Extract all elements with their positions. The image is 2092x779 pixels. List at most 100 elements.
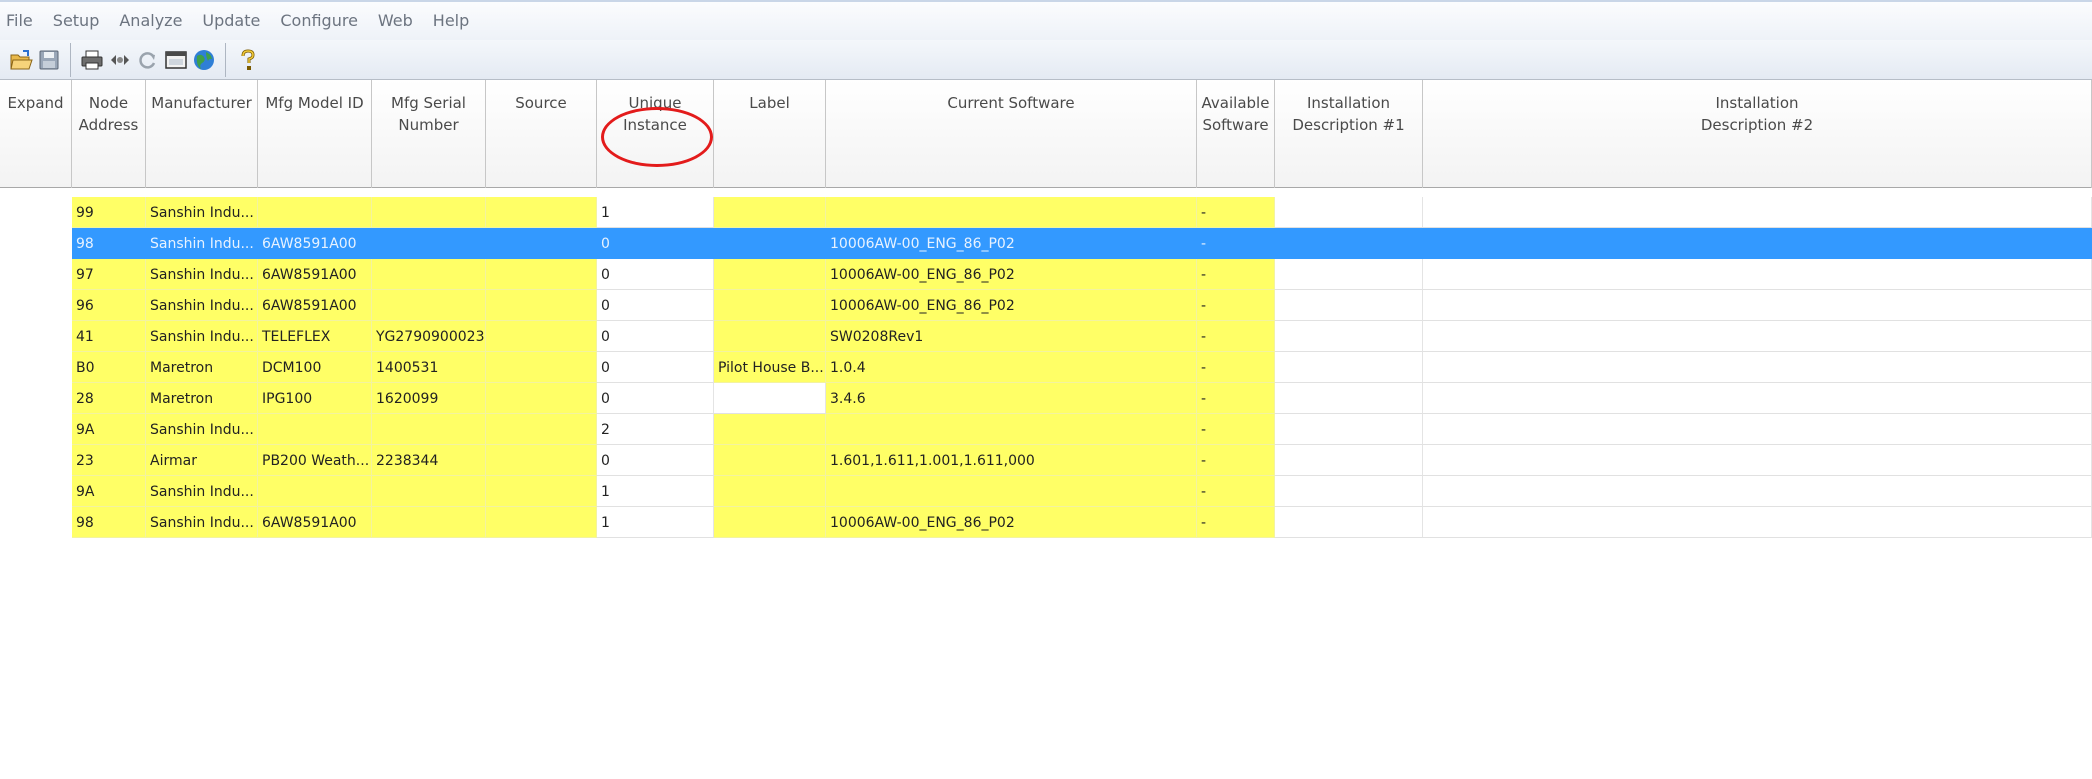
cell-serial[interactable] xyxy=(372,507,486,538)
table-row[interactable]: 98 Sanshin Indu... 6AW8591A00 1 10006AW-00_E… xyxy=(0,507,2092,538)
column-header-expand[interactable]: Expand xyxy=(0,80,72,188)
table-row[interactable]: 41 Sanshin Indu... TELEFLEX YG2790900023 0 SW… xyxy=(0,321,2092,352)
column-header-label[interactable]: Label xyxy=(714,80,826,188)
cell-avail-sw[interactable]: - xyxy=(1197,476,1275,507)
cell-node[interactable]: 99 xyxy=(72,197,146,228)
cell-model[interactable]: 6AW8591A00 xyxy=(258,259,372,290)
cell-instance[interactable]: 0 xyxy=(597,259,714,290)
column-header-source[interactable]: Source xyxy=(486,80,597,188)
cell-mfr[interactable]: Sanshin Indu... xyxy=(146,290,258,321)
cell-inst1[interactable] xyxy=(1275,228,1423,259)
cell-instance[interactable]: 0 xyxy=(597,321,714,352)
cell-source[interactable] xyxy=(486,383,597,414)
connect-icon[interactable] xyxy=(107,47,133,73)
cell-current-sw[interactable]: 10006AW-00_ENG_86_P02 xyxy=(826,290,1197,321)
cell-node[interactable]: 41 xyxy=(72,321,146,352)
cell-current-sw[interactable]: 3.4.6 xyxy=(826,383,1197,414)
cell-model[interactable]: 6AW8591A00 xyxy=(258,507,372,538)
open-folder-icon[interactable] xyxy=(8,47,34,73)
cell-node[interactable]: 98 xyxy=(72,507,146,538)
menu-configure[interactable]: Configure xyxy=(270,9,368,33)
cell-inst2[interactable] xyxy=(1423,445,2092,476)
column-header-avail-sw[interactable]: Available Software xyxy=(1197,80,1275,188)
cell-mfr[interactable]: Airmar xyxy=(146,445,258,476)
cell-source[interactable] xyxy=(486,352,597,383)
print-icon[interactable] xyxy=(79,47,105,73)
cell-source[interactable] xyxy=(486,228,597,259)
cell-avail-sw[interactable]: - xyxy=(1197,259,1275,290)
cell-avail-sw[interactable]: - xyxy=(1197,352,1275,383)
cell-avail-sw[interactable]: - xyxy=(1197,197,1275,228)
cell-model[interactable]: PB200 Weath... xyxy=(258,445,372,476)
cell-inst2[interactable] xyxy=(1423,414,2092,445)
cell-node[interactable]: 96 xyxy=(72,290,146,321)
column-header-mfr[interactable]: Manufacturer xyxy=(146,80,258,188)
cell-current-sw[interactable] xyxy=(826,197,1197,228)
menu-update[interactable]: Update xyxy=(192,9,270,33)
cell-avail-sw[interactable]: - xyxy=(1197,507,1275,538)
cell-current-sw[interactable]: 10006AW-00_ENG_86_P02 xyxy=(826,228,1197,259)
cell-inst2[interactable] xyxy=(1423,383,2092,414)
menu-file[interactable]: File xyxy=(0,9,43,33)
cell-model[interactable]: 6AW8591A00 xyxy=(258,228,372,259)
cell-label[interactable] xyxy=(714,476,826,507)
cell-model[interactable] xyxy=(258,197,372,228)
cell-current-sw[interactable]: 10006AW-00_ENG_86_P02 xyxy=(826,507,1197,538)
cell-avail-sw[interactable]: - xyxy=(1197,228,1275,259)
cell-serial[interactable]: YG2790900023 xyxy=(372,321,486,352)
cell-serial[interactable] xyxy=(372,414,486,445)
cell-mfr[interactable]: Maretron xyxy=(146,352,258,383)
cell-inst1[interactable] xyxy=(1275,414,1423,445)
window-icon[interactable] xyxy=(163,47,189,73)
cell-instance[interactable]: 0 xyxy=(597,228,714,259)
cell-inst2[interactable] xyxy=(1423,290,2092,321)
cell-node[interactable]: 97 xyxy=(72,259,146,290)
globe-icon[interactable] xyxy=(191,47,217,73)
cell-source[interactable] xyxy=(486,197,597,228)
column-header-node[interactable]: Node Address xyxy=(72,80,146,188)
cell-instance[interactable]: 0 xyxy=(597,383,714,414)
cell-inst2[interactable] xyxy=(1423,507,2092,538)
cell-label[interactable] xyxy=(714,445,826,476)
menu-analyze[interactable]: Analyze xyxy=(109,9,192,33)
cell-serial[interactable]: 1400531 xyxy=(372,352,486,383)
menu-setup[interactable]: Setup xyxy=(43,9,110,33)
table-row[interactable]: 23 Airmar PB200 Weath... 2238344 0 1.601,1.61… xyxy=(0,445,2092,476)
cell-serial[interactable]: 2238344 xyxy=(372,445,486,476)
cell-inst2[interactable] xyxy=(1423,476,2092,507)
cell-label[interactable] xyxy=(714,290,826,321)
cell-avail-sw[interactable]: - xyxy=(1197,445,1275,476)
cell-model[interactable] xyxy=(258,476,372,507)
cell-source[interactable] xyxy=(486,321,597,352)
cell-model[interactable]: DCM100 xyxy=(258,352,372,383)
cell-source[interactable] xyxy=(486,476,597,507)
table-row[interactable]: B0 Maretron DCM100 1400531 0 Pilot House B...… xyxy=(0,352,2092,383)
cell-inst1[interactable] xyxy=(1275,507,1423,538)
cell-instance[interactable]: 0 xyxy=(597,352,714,383)
cell-node[interactable]: 23 xyxy=(72,445,146,476)
cell-inst1[interactable] xyxy=(1275,352,1423,383)
cell-node[interactable]: 9A xyxy=(72,414,146,445)
column-header-inst1[interactable]: Installation Description #1 xyxy=(1275,80,1423,188)
cell-mfr[interactable]: Sanshin Indu... xyxy=(146,414,258,445)
cell-instance[interactable]: 0 xyxy=(597,445,714,476)
table-row[interactable]: 9A Sanshin Indu... 2 - xyxy=(0,414,2092,445)
cell-current-sw[interactable]: SW0208Rev1 xyxy=(826,321,1197,352)
table-row[interactable]: 28 Maretron IPG100 1620099 0 3.4.6- xyxy=(0,383,2092,414)
cell-label[interactable] xyxy=(714,383,826,414)
table-row[interactable]: 99 Sanshin Indu... 1 - xyxy=(0,197,2092,228)
menu-web[interactable]: Web xyxy=(368,9,423,33)
cell-instance[interactable]: 1 xyxy=(597,507,714,538)
cell-inst1[interactable] xyxy=(1275,290,1423,321)
cell-current-sw[interactable] xyxy=(826,414,1197,445)
cell-inst2[interactable] xyxy=(1423,352,2092,383)
help-icon[interactable] xyxy=(234,47,260,73)
cell-serial[interactable]: 1620099 xyxy=(372,383,486,414)
cell-source[interactable] xyxy=(486,445,597,476)
cell-current-sw[interactable] xyxy=(826,476,1197,507)
cell-inst1[interactable] xyxy=(1275,476,1423,507)
table-row[interactable]: 97 Sanshin Indu... 6AW8591A00 0 10006AW-00_E… xyxy=(0,259,2092,290)
column-header-current-sw[interactable]: Current Software xyxy=(826,80,1197,188)
save-disk-icon[interactable] xyxy=(36,47,62,73)
cell-source[interactable] xyxy=(486,414,597,445)
